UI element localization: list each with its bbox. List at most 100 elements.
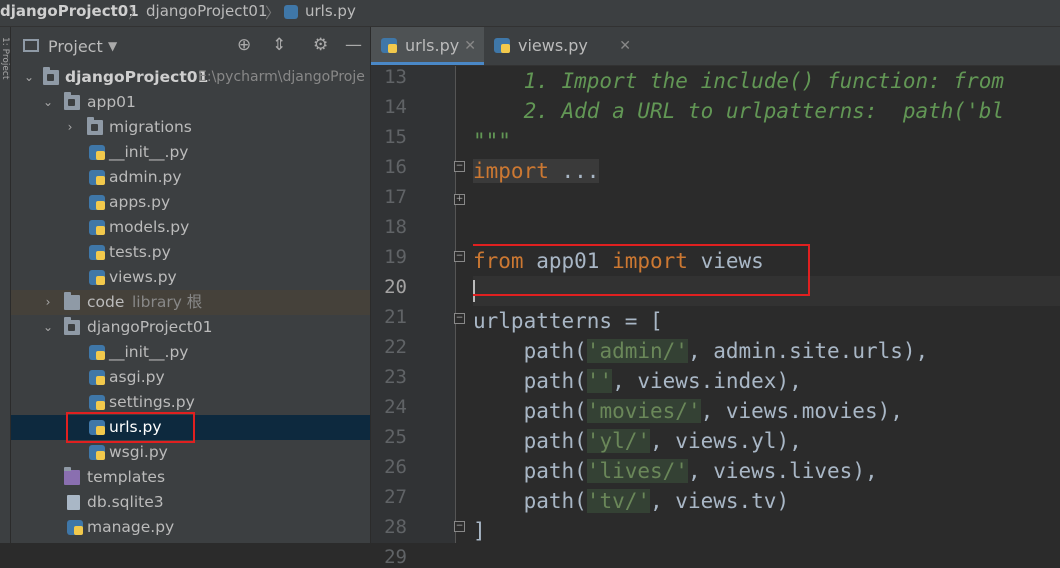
line-number: 27: [384, 486, 407, 508]
tree-item-label: code: [87, 293, 125, 311]
code-line-22: path('admin/', admin.site.urls),: [473, 336, 928, 366]
python-file-icon: [494, 38, 510, 53]
folder-icon: [64, 292, 80, 310]
tree-item-file[interactable]: asgi.py: [11, 365, 370, 390]
tab-views[interactable]: views.py ✕: [484, 27, 639, 65]
breadcrumb-separator: 〉: [265, 4, 281, 22]
line-number: 15: [384, 126, 407, 148]
tree-item-label: apps.py: [109, 193, 171, 211]
breadcrumb-project[interactable]: djangoProject01: [0, 2, 139, 20]
tree-item-file[interactable]: apps.py: [11, 190, 370, 215]
tree-item-file[interactable]: tests.py: [11, 240, 370, 265]
code-line-25: path('yl/', views.yl),: [473, 426, 802, 456]
gear-icon[interactable]: ⚙: [313, 35, 328, 55]
tree-item-file[interactable]: models.py: [11, 215, 370, 240]
tree-item-djangoproject01[interactable]: ⌄ djangoProject01: [11, 315, 370, 340]
tree-item-file[interactable]: settings.py: [11, 390, 370, 415]
fold-icon[interactable]: −: [454, 313, 465, 324]
tree-item-code-library[interactable]: › code library 根: [11, 290, 370, 315]
close-icon[interactable]: ✕: [464, 27, 476, 65]
tree-item-label: templates: [87, 468, 166, 486]
fold-icon[interactable]: −: [454, 161, 465, 172]
line-number: 19: [384, 246, 407, 268]
tree-item-label: migrations: [109, 118, 192, 136]
project-view-selector[interactable]: Project: [48, 37, 103, 56]
chevron-right-icon[interactable]: ›: [63, 115, 77, 140]
python-file-icon: [89, 370, 105, 385]
breadcrumb-separator: 〉: [128, 4, 144, 22]
target-icon[interactable]: ⊕: [237, 35, 251, 55]
string-literal: 'admin/': [586, 339, 688, 363]
tree-item-migrations[interactable]: › migrations: [11, 115, 370, 140]
stripe-project-label[interactable]: 1: Project: [0, 37, 10, 79]
python-file-icon: [89, 270, 105, 285]
python-file-icon: [89, 195, 105, 210]
code-line-24: path('movies/', views.movies),: [473, 396, 903, 426]
tree-item-label: asgi.py: [109, 368, 165, 386]
collapse-icon[interactable]: ⇕: [272, 35, 286, 55]
chevron-down-icon[interactable]: ⌄: [41, 315, 55, 340]
python-file-icon: [284, 5, 298, 19]
line-number: 21: [384, 306, 407, 328]
code-line-23: path('', views.index),: [473, 366, 802, 396]
tree-item-file[interactable]: wsgi.py: [11, 440, 370, 465]
string-literal: 'yl/': [586, 429, 651, 453]
tree-item-file[interactable]: views.py: [11, 265, 370, 290]
code-text: path(: [473, 399, 587, 423]
string-literal: 'lives/': [586, 459, 688, 483]
code-line-13: 1. Import the include() function: from: [473, 69, 1005, 93]
code-line-14: 2. Add a URL to urlpatterns: path('bl: [473, 99, 1005, 123]
tree-item-label: views.py: [109, 268, 177, 286]
breadcrumb-module[interactable]: djangoProject01: [146, 2, 268, 20]
tree-item-templates[interactable]: templates: [11, 465, 370, 490]
string-literal: 'tv/': [586, 489, 651, 513]
minimize-icon[interactable]: —: [345, 35, 362, 55]
tree-item-label: wsgi.py: [109, 443, 168, 461]
keyword-import: import: [612, 249, 688, 273]
tree-item-label: urls.py: [109, 418, 162, 436]
imported-name: views: [687, 249, 764, 273]
tree-item-file[interactable]: manage.py: [11, 515, 370, 540]
code-area[interactable]: 1. Import the include() function: from 2…: [473, 66, 1060, 543]
project-panel: Project ▼ ⊕ ⇕ ⚙ — ⌄ djangoProject01 E:\p…: [11, 27, 370, 543]
line-number: 16: [384, 156, 407, 178]
code-text: , admin.site.urls),: [687, 339, 929, 363]
python-file-icon: [67, 520, 83, 535]
string-literal: '': [586, 369, 613, 393]
code-line-19: from app01 import views: [473, 246, 764, 276]
python-file-icon: [89, 145, 105, 160]
line-number: 22: [384, 336, 407, 358]
folder-icon: [64, 467, 80, 485]
tree-item-file[interactable]: db.sqlite3: [11, 490, 370, 515]
fold-icon[interactable]: −: [454, 521, 465, 532]
python-file-icon: [381, 38, 397, 53]
python-file-icon: [89, 395, 105, 410]
code-line-15: """: [473, 129, 511, 153]
tree-item-app01[interactable]: ⌄ app01: [11, 90, 370, 115]
code-line-16: import ...: [473, 156, 600, 186]
tree-item-file[interactable]: admin.py: [11, 165, 370, 190]
tree-item-label: __init__.py: [109, 143, 189, 161]
tree-item-urls-selected[interactable]: urls.py: [11, 415, 370, 440]
code-text: path(: [473, 369, 587, 393]
project-panel-header: Project ▼ ⊕ ⇕ ⚙ —: [11, 27, 370, 67]
tree-item-file[interactable]: __init__.py: [11, 140, 370, 165]
tree-item-label: app01: [87, 93, 136, 111]
fold-expand-icon[interactable]: +: [454, 194, 465, 205]
chevron-down-icon[interactable]: ⌄: [22, 65, 36, 90]
code-text: , views.lives),: [687, 459, 878, 483]
chevron-down-icon[interactable]: ⌄: [41, 90, 55, 115]
tab-urls[interactable]: urls.py ✕: [371, 27, 484, 65]
breadcrumb-file[interactable]: urls.py: [305, 2, 356, 20]
close-icon[interactable]: ✕: [619, 27, 631, 65]
fold-icon[interactable]: −: [454, 251, 465, 262]
python-file-icon: [89, 445, 105, 460]
line-number: 18: [384, 216, 407, 238]
python-file-icon: [89, 245, 105, 260]
line-number: 26: [384, 456, 407, 478]
chevron-down-icon[interactable]: ▼: [108, 39, 117, 53]
chevron-right-icon[interactable]: ›: [41, 290, 55, 315]
tree-item-project-root[interactable]: ⌄ djangoProject01 E:\pycharm\djangoProje: [11, 65, 370, 90]
tree-item-file[interactable]: __init__.py: [11, 340, 370, 365]
folded-ellipsis[interactable]: ...: [549, 159, 600, 183]
